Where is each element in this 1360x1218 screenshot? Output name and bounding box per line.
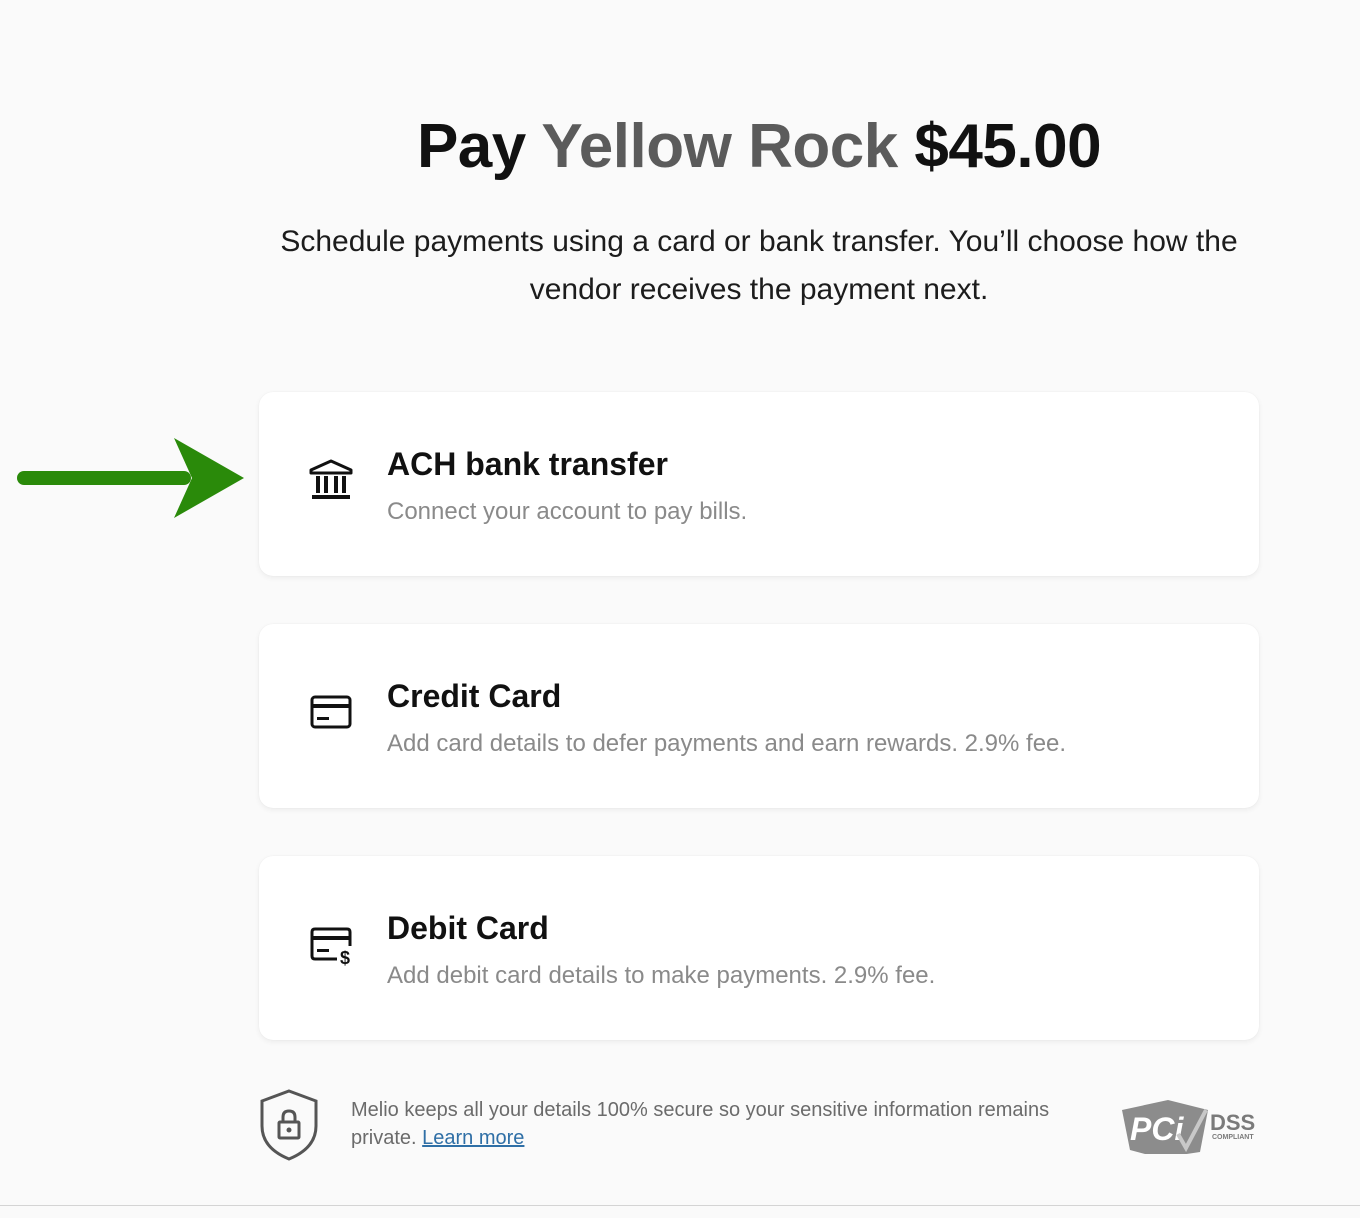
- payment-option-description: Add card details to defer payments and e…: [387, 730, 1067, 757]
- page-title: Pay Yellow Rock $45.00: [258, 108, 1260, 186]
- svg-text:$: $: [340, 948, 350, 968]
- payment-amount: $45.00: [914, 112, 1102, 181]
- payment-option-title: Debit Card: [387, 910, 549, 946]
- payment-option-ach[interactable]: ACH bank transfer Connect your account t…: [259, 392, 1259, 576]
- payment-option-description: Add debit card details to make payments.…: [387, 962, 936, 989]
- payment-option-description: Connect your account to pay bills.: [387, 498, 748, 525]
- compliant-badge-text: COMPLIANT: [1212, 1134, 1254, 1141]
- green-arrow-annotation: [17, 438, 244, 518]
- payment-method-page: Pay Yellow Rock $45.00 Schedule payments…: [0, 0, 1360, 1206]
- bottom-divider: [0, 1205, 1360, 1206]
- bank-icon: [309, 459, 353, 499]
- payment-option-title: Credit Card: [387, 678, 562, 714]
- pay-word: Pay: [416, 112, 526, 181]
- payment-option-credit-card[interactable]: Credit Card Add card details to defer pa…: [259, 624, 1259, 808]
- credit-card-icon: [310, 695, 352, 729]
- payment-option-debit-card[interactable]: $ Debit Card Add debit card details to m…: [259, 856, 1259, 1040]
- learn-more-link[interactable]: Learn more: [422, 1127, 524, 1149]
- pci-badge-text: PCi: [1130, 1111, 1184, 1147]
- vendor-name: Yellow Rock: [541, 112, 898, 181]
- security-notice: Melio keeps all your details 100% secure…: [258, 1088, 1260, 1168]
- page-subtitle: Schedule payments using a card or bank t…: [280, 225, 1238, 306]
- security-message: Melio keeps all your details 100% secure…: [351, 1096, 1071, 1152]
- shield-lock-icon: [260, 1089, 318, 1161]
- debit-card-icon: $: [310, 927, 352, 968]
- payment-option-title: ACH bank transfer: [387, 446, 668, 482]
- dss-badge-text: DSS: [1210, 1110, 1255, 1135]
- pci-dss-badge: PCi DSS COMPLIANT: [1122, 1100, 1255, 1154]
